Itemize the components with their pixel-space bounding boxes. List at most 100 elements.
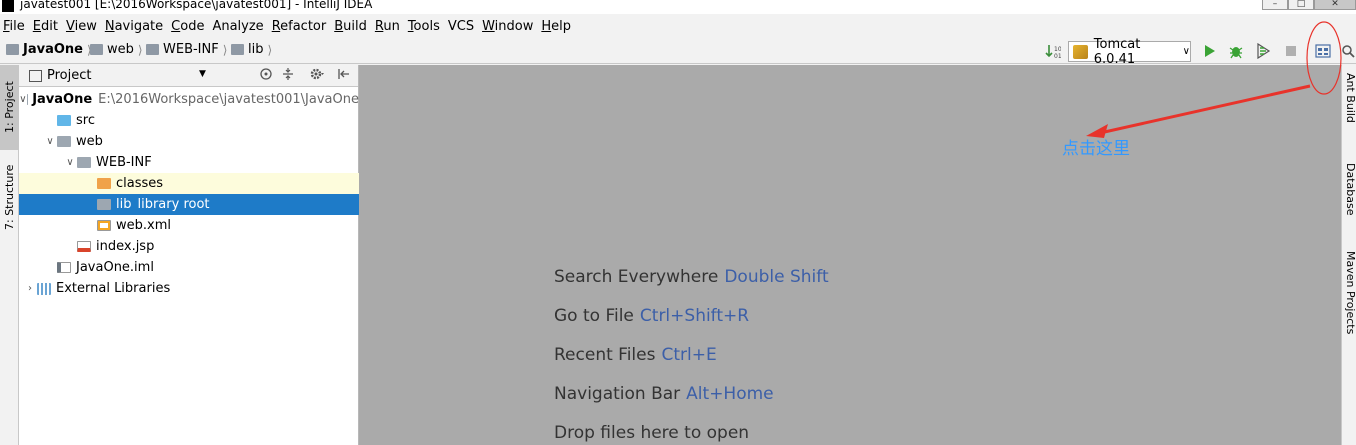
menu-label: Analyze — [212, 18, 264, 34]
hint-shortcut: Ctrl+E — [661, 345, 717, 365]
menu-view[interactable]: View — [66, 19, 101, 34]
hint-shortcut: Ctrl+Shift+R — [639, 306, 750, 326]
menu-label: iew — [74, 18, 97, 34]
menu-label: ile — [9, 18, 25, 34]
editor-hint: Recent Files Ctrl+E — [554, 345, 717, 365]
tree-item-web-xml[interactable]: web.xml — [19, 215, 359, 236]
breadcrumb-javaone[interactable]: JavaOne ⟩ — [6, 42, 92, 57]
tree-item-classes[interactable]: classes — [19, 173, 359, 194]
menu-label: un — [383, 18, 400, 34]
breadcrumb-label: WEB-INF — [163, 42, 219, 57]
project-panel-header: Project ▼ — [19, 65, 358, 87]
menu-tools[interactable]: Tools — [408, 19, 444, 34]
menu-label: ode — [180, 18, 205, 34]
tree-item-web[interactable]: ∨ web — [19, 131, 359, 152]
chevron-down-icon[interactable]: ∨ — [43, 136, 57, 147]
view-dropdown-icon[interactable]: ▼ — [199, 69, 206, 79]
debug-icon[interactable] — [1228, 43, 1244, 59]
folder-icon — [231, 44, 244, 55]
navigation-bar: JavaOne ⟩ web ⟩ WEB-INF ⟩ lib ⟩ 1001 Tom… — [0, 37, 1356, 67]
tree-item-javaone-iml[interactable]: JavaOne.iml — [19, 257, 359, 278]
tab-structure[interactable]: 7: Structure — [0, 157, 19, 237]
collapse-all-icon[interactable] — [281, 67, 295, 85]
menu-mnemonic: E — [32, 18, 41, 34]
jsp-file-icon — [77, 241, 91, 252]
tree-item-javaone[interactable]: ∨ JavaOne E:\2016Workspace\javatest001\Jav… — [19, 89, 359, 110]
tree-item-web-inf[interactable]: ∨ WEB-INF — [19, 152, 359, 173]
menu-edit[interactable]: Edit — [33, 19, 62, 34]
hint-text: Search Everywhere — [554, 267, 719, 287]
menu-code[interactable]: Code — [171, 19, 208, 34]
editor-hint: Go to File Ctrl+Shift+R — [554, 306, 749, 326]
menu-label: ools — [413, 18, 440, 34]
menu-refactor[interactable]: Refactor — [272, 19, 331, 34]
breadcrumb-web-inf[interactable]: WEB-INF ⟩ — [146, 42, 227, 57]
tree-item-external-libraries[interactable]: › External Libraries — [19, 278, 359, 299]
editor-hint: Navigation Bar Alt+Home — [554, 384, 774, 404]
tab-label: Maven Projects — [1344, 251, 1356, 335]
menu-mnemonic: V — [65, 18, 75, 34]
run-configuration-label: Tomcat 6.0.41 — [1093, 36, 1141, 67]
sort-icon[interactable]: 10 01 — [1045, 43, 1061, 59]
chevron-down-icon[interactable]: ∨ — [63, 157, 77, 168]
menu-label: elp — [551, 18, 572, 34]
tree-item-lib[interactable]: lib library root — [19, 194, 359, 215]
project-panel-title[interactable]: Project — [47, 68, 91, 83]
project-structure-icon[interactable] — [1315, 43, 1331, 59]
editor-area[interactable]: 点击这里 Search Everywhere Double Shift Go to … — [359, 65, 1341, 445]
breadcrumb-label: JavaOne — [23, 42, 83, 57]
menu-window[interactable]: Window — [482, 19, 537, 34]
menu-file[interactable]: File — [3, 19, 29, 34]
tree-item-label: External Libraries — [56, 281, 171, 296]
breadcrumb-lib[interactable]: lib ⟩ — [231, 42, 272, 57]
menu-help[interactable]: Help — [541, 19, 575, 34]
module-folder-icon — [26, 94, 28, 105]
tab-database[interactable]: Database — [1342, 163, 1356, 233]
menu-vcs[interactable]: VCS — [448, 19, 478, 34]
chevron-right-icon[interactable]: › — [23, 283, 37, 294]
folder-icon — [90, 44, 103, 55]
menu-navigate[interactable]: Navigate — [105, 19, 167, 34]
iml-file-icon — [57, 262, 71, 273]
locate-icon[interactable] — [259, 67, 273, 85]
editor-hint: Drop files here to open — [554, 423, 749, 443]
run-configuration-dropdown[interactable]: Tomcat 6.0.41 ∨ — [1068, 37, 1191, 67]
right-tool-strip: Ant Build Database Maven Projects — [1341, 65, 1356, 445]
module-icon — [6, 44, 19, 55]
menu-build[interactable]: Build — [334, 19, 371, 34]
stop-icon[interactable] — [1283, 43, 1299, 59]
menu-run[interactable]: Run — [375, 19, 404, 34]
maximize-button[interactable]: □ — [1288, 0, 1314, 10]
editor-hint: Search Everywhere Double Shift — [554, 267, 829, 287]
breadcrumb-web[interactable]: web ⟩ — [90, 42, 143, 57]
chevron-down-icon[interactable]: ∨ — [19, 94, 26, 105]
web-folder-icon — [57, 136, 71, 147]
tree-item-index-jsp[interactable]: index.jsp — [19, 236, 359, 257]
tab-ant-build[interactable]: Ant Build — [1342, 73, 1356, 153]
hide-panel-icon[interactable] — [337, 67, 351, 85]
close-window-button[interactable]: ✕ — [1314, 0, 1356, 10]
annotation-text: 点击这里 — [1062, 139, 1130, 159]
tab-label: 7: Structure — [3, 164, 16, 230]
tree-item-label: index.jsp — [96, 239, 155, 254]
breadcrumb-label: lib — [248, 42, 264, 57]
gear-icon[interactable] — [309, 67, 325, 85]
menu-analyze[interactable]: Analyze — [212, 19, 267, 34]
tab-label: Ant Build — [1344, 73, 1356, 123]
tomcat-icon — [1073, 44, 1088, 59]
run-icon[interactable] — [1201, 43, 1217, 59]
tab-maven-projects[interactable]: Maven Projects — [1342, 251, 1356, 361]
coverage-icon[interactable] — [1255, 43, 1271, 59]
tree-item-label: JavaOne.iml — [76, 260, 154, 275]
minimize-button[interactable]: – — [1262, 0, 1288, 10]
tree-item-label: classes — [116, 176, 164, 191]
hint-text: Navigation Bar — [554, 384, 681, 404]
excluded-folder-icon — [97, 178, 111, 189]
tab-project[interactable]: 1: Project — [0, 65, 19, 150]
search-icon[interactable] — [1340, 43, 1356, 59]
intellij-app-icon — [2, 0, 14, 12]
menu-bar: File Edit View Navigate Code Analyze Refactor B… — [0, 14, 1356, 38]
tree-item-src[interactable]: src — [19, 110, 359, 131]
window-title: javatest001 [E:\2016Workspace\javatest00… — [20, 0, 373, 11]
chevron-down-icon: ∨ — [1182, 46, 1190, 57]
